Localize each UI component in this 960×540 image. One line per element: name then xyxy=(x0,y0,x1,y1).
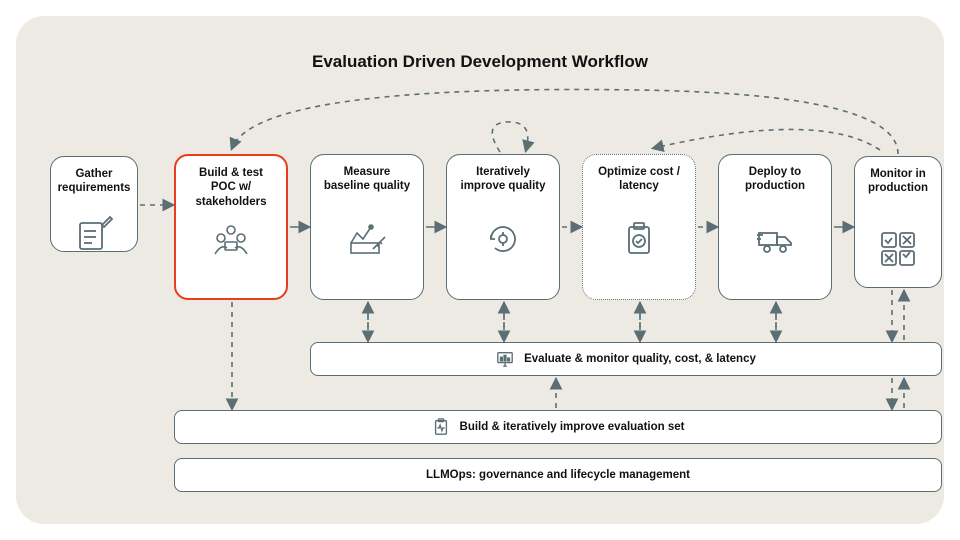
clipboard-pulse-icon xyxy=(432,418,450,436)
cycle-icon xyxy=(483,219,523,259)
stage-label: Build & test POC w/ stakeholders xyxy=(186,166,276,210)
grid-check-icon xyxy=(878,229,918,269)
edit-doc-icon xyxy=(74,215,114,255)
band-evalset: Build & iteratively improve evaluation s… xyxy=(174,410,942,444)
band-label: LLMOps: governance and lifecycle managem… xyxy=(426,469,690,481)
stage-label: Iteratively improve quality xyxy=(457,165,549,209)
stage-label: Measure baseline quality xyxy=(321,165,413,209)
band-llmops: LLMOps: governance and lifecycle managem… xyxy=(174,458,942,492)
clipboard-check-icon xyxy=(619,219,659,259)
stage-monitor: Monitor in production xyxy=(854,156,942,288)
band-evaluate: Evaluate & monitor quality, cost, & late… xyxy=(310,342,942,376)
chart-ruler-icon xyxy=(347,219,387,259)
stage-optimize: Optimize cost / latency xyxy=(582,154,696,300)
stakeholders-icon xyxy=(211,220,251,260)
stage-poc: Build & test POC w/ stakeholders xyxy=(174,154,288,300)
stage-label: Gather requirements xyxy=(58,167,131,211)
stage-deploy: Deploy to production xyxy=(718,154,832,300)
stage-label: Monitor in production xyxy=(865,167,931,211)
diagram-title: Evaluation Driven Development Workflow xyxy=(16,52,944,72)
stage-gather: Gather requirements xyxy=(50,156,138,252)
stage-label: Deploy to production xyxy=(729,165,821,209)
band-label: Evaluate & monitor quality, cost, & late… xyxy=(524,353,756,365)
diagram-canvas: Evaluation Driven Development Workflow G… xyxy=(16,16,944,524)
stage-label: Optimize cost / latency xyxy=(593,165,685,209)
monitor-chart-icon xyxy=(496,350,514,368)
stage-baseline: Measure baseline quality xyxy=(310,154,424,300)
band-label: Build & iteratively improve evaluation s… xyxy=(460,421,685,433)
stage-improve: Iteratively improve quality xyxy=(446,154,560,300)
truck-icon xyxy=(755,219,795,259)
